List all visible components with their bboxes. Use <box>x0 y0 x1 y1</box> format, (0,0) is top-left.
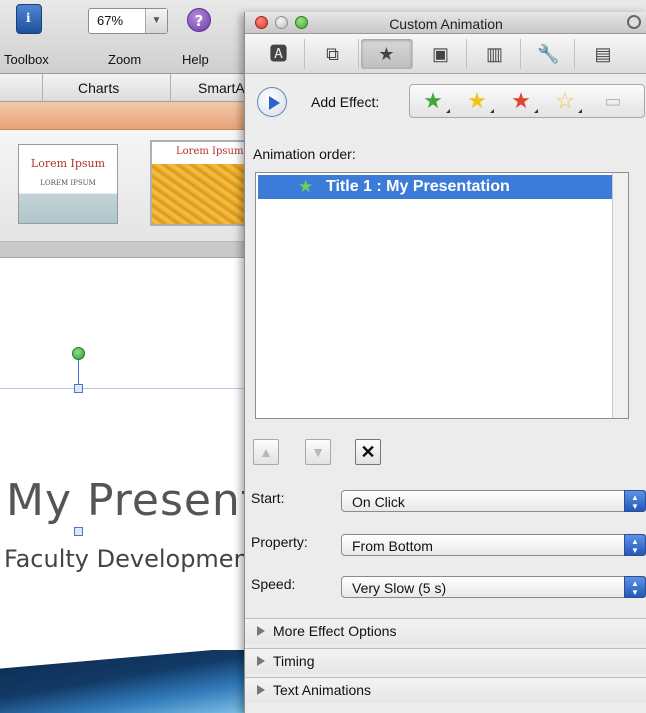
section-text-animations[interactable]: Text Animations <box>245 677 646 703</box>
chevron-down-icon[interactable]: ▼ <box>145 9 167 33</box>
disclosure-triangle-icon <box>257 656 265 666</box>
add-effect-label: Add Effect: <box>311 94 380 110</box>
tools-wrench-icon[interactable]: 🔧 <box>523 39 575 69</box>
section-label: Text Animations <box>273 682 372 698</box>
toolbox-icon[interactable] <box>16 4 42 34</box>
scrapbook-icon[interactable]: ▣ <box>415 39 467 69</box>
ribbon-tab-charts[interactable]: Charts <box>78 80 119 96</box>
list-item[interactable]: ★ Title 1 : My Presentation <box>258 175 612 199</box>
remove-effect-button[interactable]: ✕ <box>355 439 381 465</box>
popup-arrows-icon: ▲ ▼ <box>624 576 646 598</box>
entrance-star-icon: ★ <box>298 177 314 196</box>
ribbon-divider <box>170 74 171 102</box>
media-action-icon: ▭ <box>604 91 622 111</box>
disclosure-triangle-icon <box>257 685 265 695</box>
animation-order-label: Animation order: <box>253 146 356 162</box>
palette-titlebar[interactable]: Custom Animation <box>245 12 646 34</box>
motion-path-icon[interactable]: ☆ <box>546 87 584 115</box>
theme-thumbnail[interactable]: Lorem Ipsum <box>150 140 250 226</box>
custom-animation-icon[interactable]: ★ <box>361 39 413 69</box>
thumbnail-header: Lorem Ipsum <box>152 142 248 164</box>
section-timing[interactable]: Timing <box>245 648 646 674</box>
toolbox-tabs: 🅰 ⧉ ★ ▣ ▥ 🔧 ▤ <box>245 34 646 74</box>
speed-select[interactable]: Very Slow (5 s) ▲ ▼ <box>341 576 646 598</box>
property-label: Property: <box>251 534 308 550</box>
thumbnail-title: Lorem Ipsum <box>176 146 244 157</box>
selection-outline <box>0 388 246 389</box>
ribbon-tab-smartart[interactable]: SmartArt <box>198 80 244 96</box>
slide-subtitle[interactable]: Faculty Development <box>4 545 258 573</box>
thumbnail-title: Lorem Ipsum <box>30 157 106 170</box>
speed-label: Speed: <box>251 576 296 592</box>
palette-options-icon[interactable] <box>627 15 641 29</box>
resize-handle[interactable] <box>74 384 83 393</box>
popup-arrows-icon: ▲ ▼ <box>624 490 646 512</box>
zoom-select[interactable]: 67% ▼ <box>88 8 168 34</box>
custom-animation-palette: Custom Animation 🅰 ⧉ ★ ▣ ▥ 🔧 ▤ Add Effec… <box>244 12 646 713</box>
help-label: Help <box>182 52 209 67</box>
popup-arrows-icon: ▲ ▼ <box>624 534 646 556</box>
object-palette-icon[interactable]: ⧉ <box>307 39 359 69</box>
list-scrollbar[interactable] <box>612 173 628 418</box>
speed-value: Very Slow (5 s) <box>352 580 447 596</box>
property-value: From Bottom <box>352 538 433 554</box>
resize-handle[interactable] <box>74 527 83 536</box>
move-up-button: ▲ <box>253 439 279 465</box>
palette-title: Custom Animation <box>389 16 503 32</box>
disclosure-triangle-icon <box>257 626 265 636</box>
ribbon-divider <box>42 74 43 102</box>
property-select[interactable]: From Bottom ▲ ▼ <box>341 534 646 556</box>
start-select[interactable]: On Click ▲ ▼ <box>341 490 646 512</box>
formatting-palette-icon[interactable]: 🅰 <box>253 39 305 69</box>
section-more-effect-options[interactable]: More Effect Options <box>245 618 646 644</box>
move-down-button: ▼ <box>305 439 331 465</box>
slide-background-graphic <box>0 650 250 713</box>
entrance-effect-icon[interactable]: ★ <box>414 87 452 115</box>
zoom-label: Zoom <box>108 52 142 67</box>
thumbnail-subtitle: LOREM IPSUM <box>40 179 96 187</box>
play-animation-button[interactable] <box>257 87 287 117</box>
section-label: More Effect Options <box>273 623 397 639</box>
exit-effect-icon[interactable]: ★ <box>502 87 540 115</box>
animation-order-list[interactable]: ★ Title 1 : My Presentation <box>255 172 629 419</box>
rotate-handle[interactable] <box>72 347 85 360</box>
animation-item-label: Title 1 : My Presentation <box>326 178 510 195</box>
zoom-value: 67% <box>97 13 124 28</box>
toolbox-label: Toolbox <box>4 52 49 67</box>
add-effect-buttons: ★ ★ ★ ☆ ▭ <box>409 84 645 118</box>
start-value: On Click <box>352 494 405 510</box>
section-label: Timing <box>273 653 315 669</box>
emphasis-effect-icon[interactable]: ★ <box>458 87 496 115</box>
projects-icon[interactable]: ▤ <box>577 39 629 69</box>
theme-thumbnail[interactable]: Lorem Ipsum LOREM IPSUM <box>18 144 118 224</box>
start-label: Start: <box>251 490 285 506</box>
help-icon[interactable]: ? <box>187 8 211 32</box>
reference-tools-icon[interactable]: ▥ <box>469 39 521 69</box>
